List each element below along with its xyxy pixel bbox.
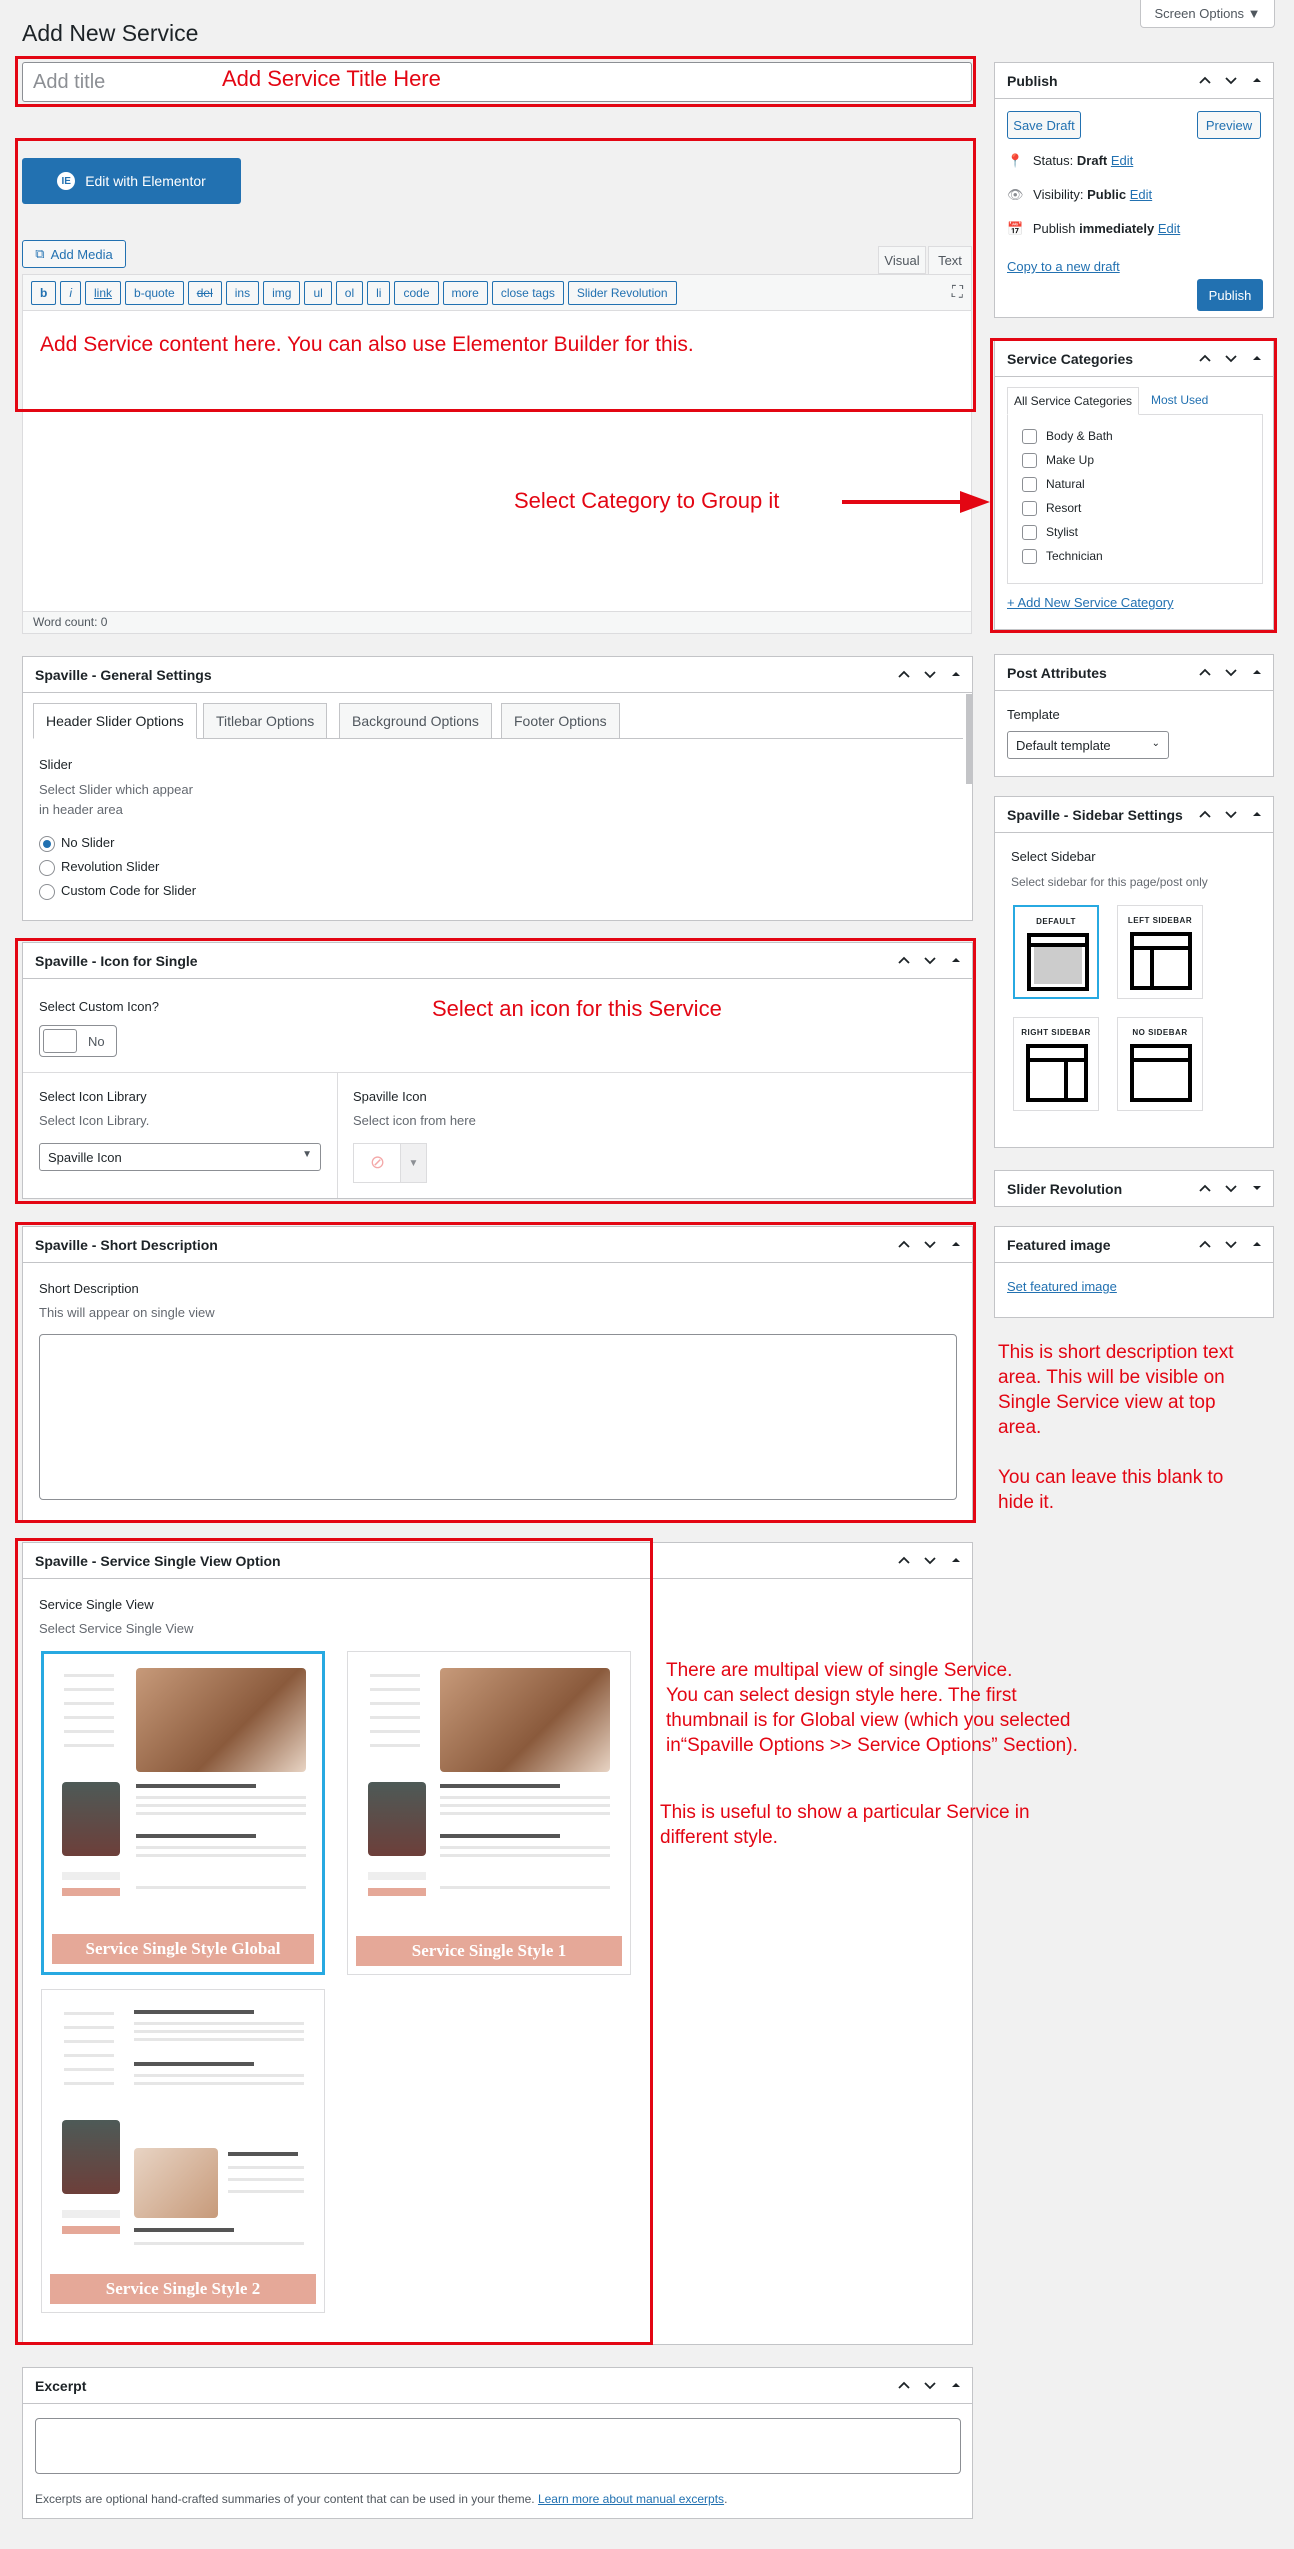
slider-revolution-panel: Slider Revolution <box>994 1170 1274 1207</box>
tab-background-options[interactable]: Background Options <box>339 703 492 739</box>
toggle-panel-icon[interactable] <box>1249 664 1265 680</box>
slider-desc-2: in header area <box>39 802 123 817</box>
edit-date-link[interactable]: Edit <box>1158 221 1180 236</box>
featured-image-panel: Featured image Set featured image <box>994 1226 1274 1318</box>
learn-more-link[interactable]: Learn more about manual excerpts <box>538 2492 724 2506</box>
move-up-icon[interactable] <box>1197 664 1213 680</box>
move-up-icon[interactable] <box>896 666 912 682</box>
pin-icon: 📍 <box>1007 153 1024 168</box>
move-down-icon[interactable] <box>1223 1180 1239 1196</box>
move-down-icon[interactable] <box>1223 1236 1239 1252</box>
move-up-icon[interactable] <box>1197 806 1213 822</box>
move-down-icon[interactable] <box>1223 72 1239 88</box>
general-settings-header[interactable]: Spaville - General Settings <box>23 657 972 693</box>
annotation-categories-box <box>990 338 1277 633</box>
copy-draft-link[interactable]: Copy to a new draft <box>1007 259 1120 274</box>
annotation-title-box <box>15 56 976 107</box>
publish-header[interactable]: Publish <box>995 63 1273 99</box>
radio-revolution-slider[interactable]: Revolution Slider <box>39 859 159 876</box>
move-up-icon[interactable] <box>1197 72 1213 88</box>
move-up-icon[interactable] <box>896 2377 912 2393</box>
edit-status-link[interactable]: Edit <box>1111 153 1133 168</box>
annotation-short-desc-box <box>15 1222 976 1523</box>
set-featured-image-link[interactable]: Set featured image <box>1007 1279 1117 1294</box>
toggle-panel-icon[interactable] <box>948 2377 964 2393</box>
excerpt-note: Excerpts are optional hand-crafted summa… <box>35 2492 728 2506</box>
annotation-views-box <box>15 1538 653 2345</box>
preview-button[interactable]: Preview <box>1197 111 1261 139</box>
move-up-icon[interactable] <box>1197 1180 1213 1196</box>
radio-custom-code[interactable]: Custom Code for Slider <box>39 883 196 900</box>
sidebar-settings-header[interactable]: Spaville - Sidebar Settings <box>995 797 1273 833</box>
annotation-category: Select Category to Group it <box>514 488 780 513</box>
toggle-panel-icon[interactable] <box>1249 806 1265 822</box>
tab-all-categories[interactable]: All Service Categories <box>1007 387 1140 415</box>
post-attributes-panel: Post Attributes Template Default templat… <box>994 654 1274 777</box>
calendar-icon: 📅 <box>1007 221 1024 236</box>
annotation-views: There are multipal view of single Servic… <box>666 1660 1078 1756</box>
publish-panel: Publish Save Draft Preview 📍 Status: Dra… <box>994 62 1274 318</box>
toggle-panel-icon[interactable] <box>1249 1180 1265 1196</box>
save-draft-button[interactable]: Save Draft <box>1007 111 1081 139</box>
sidebar-option-right[interactable]: RIGHT SIDEBAR <box>1013 1017 1099 1111</box>
radio-no-slider[interactable]: No Slider <box>39 835 114 852</box>
template-label: Template <box>1007 707 1060 722</box>
select-sidebar-desc: Select sidebar for this page/post only <box>1011 875 1208 889</box>
sidebar-option-none[interactable]: NO SIDEBAR <box>1117 1017 1203 1111</box>
excerpt-header[interactable]: Excerpt <box>23 2368 972 2404</box>
publish-button[interactable]: Publish <box>1197 279 1263 311</box>
move-up-icon[interactable] <box>1197 1236 1213 1252</box>
scrollbar[interactable] <box>966 694 972 784</box>
slider-revolution-header[interactable]: Slider Revolution <box>995 1171 1273 1207</box>
edit-visibility-link[interactable]: Edit <box>1130 187 1152 202</box>
toggle-panel-icon[interactable] <box>1249 72 1265 88</box>
visibility-row: 👁 Visibility: Public Edit <box>1007 187 1153 202</box>
annotation-icon: Select an icon for this Service <box>432 996 722 1021</box>
toggle-panel-icon[interactable] <box>948 666 964 682</box>
annotation-title: Add Service Title Here <box>222 66 441 91</box>
toggle-panel-icon[interactable] <box>1249 1236 1265 1252</box>
annotation-content-box <box>15 138 976 412</box>
sidebar-settings-panel: Spaville - Sidebar Settings Select Sideb… <box>994 796 1274 1148</box>
select-sidebar-label: Select Sidebar <box>1011 849 1096 864</box>
screen-options-button[interactable]: Screen Options ▼ <box>1140 0 1275 28</box>
eye-icon: 👁 <box>1007 187 1024 202</box>
excerpt-textarea[interactable] <box>35 2418 961 2474</box>
toggle-panel-icon[interactable] <box>948 1552 964 1568</box>
word-count: Word count: 0 <box>23 611 971 633</box>
move-up-icon[interactable] <box>896 1552 912 1568</box>
status-row: 📍 Status: Draft Edit <box>1007 153 1134 168</box>
annotation-icon-box <box>15 938 976 1204</box>
general-settings-panel: Spaville - General Settings Header Slide… <box>22 656 973 921</box>
chevron-down-icon: ⌄ <box>1151 738 1160 749</box>
featured-image-header[interactable]: Featured image <box>995 1227 1273 1263</box>
move-down-icon[interactable] <box>1223 664 1239 680</box>
post-attributes-header[interactable]: Post Attributes <box>995 655 1273 691</box>
annotation-useful: This is useful to show a particular Serv… <box>660 1802 1030 1848</box>
annotation-content: Add Service content here. You can also u… <box>40 333 694 356</box>
sidebar-option-default[interactable]: DEFAULT <box>1013 905 1099 999</box>
tab-footer-options[interactable]: Footer Options <box>501 703 620 739</box>
slider-desc-1: Select Slider which appear <box>39 782 193 797</box>
move-down-icon[interactable] <box>1223 806 1239 822</box>
tab-header-slider-options[interactable]: Header Slider Options <box>33 703 197 739</box>
excerpt-panel: Excerpt Excerpts are optional hand-craft… <box>22 2367 973 2519</box>
move-down-icon[interactable] <box>922 666 938 682</box>
slider-label: Slider <box>39 757 73 772</box>
move-down-icon[interactable] <box>922 1552 938 1568</box>
annotation-short-desc: This is short description text area. Thi… <box>998 1342 1234 1513</box>
publish-date-row: 📅 Publish immediately Edit <box>1007 221 1181 236</box>
move-down-icon[interactable] <box>922 2377 938 2393</box>
sidebar-option-left[interactable]: LEFT SIDEBAR <box>1117 905 1203 999</box>
page-title: Add New Service <box>22 20 199 46</box>
arrow-icon <box>842 491 990 513</box>
template-select[interactable]: Default template ⌄ <box>1007 731 1169 759</box>
tab-titlebar-options[interactable]: Titlebar Options <box>203 703 328 739</box>
